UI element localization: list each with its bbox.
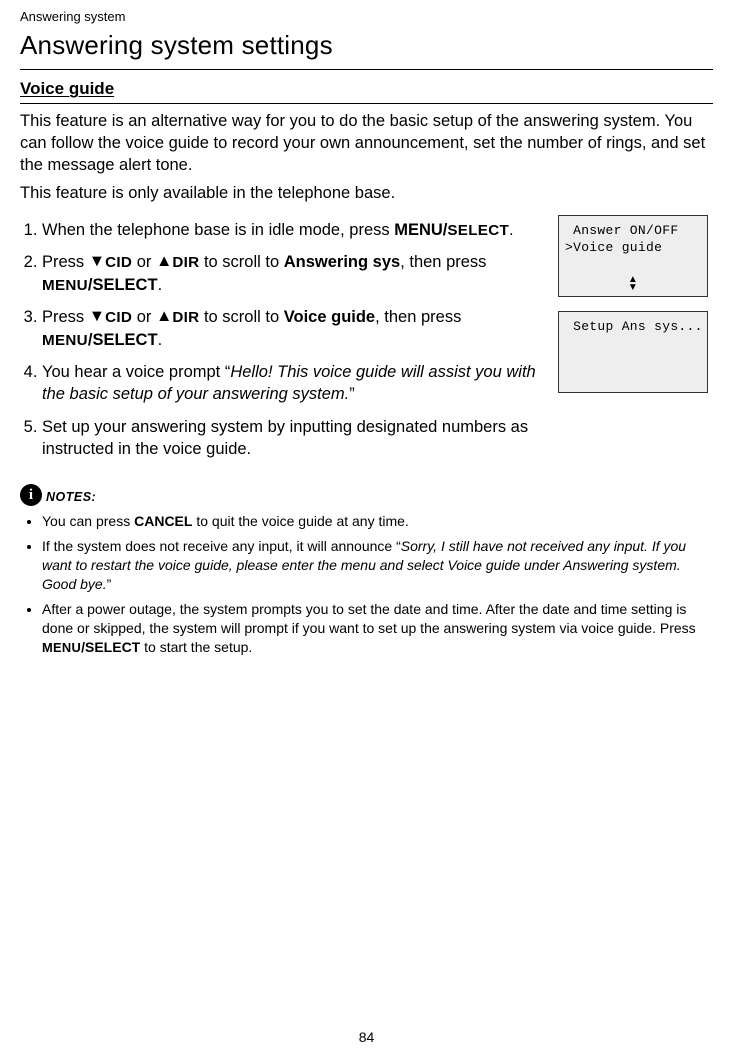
step-4: You hear a voice prompt “Hello! This voi… bbox=[42, 361, 546, 406]
info-icon: i bbox=[20, 484, 42, 506]
step-2: Press ▼CID or ▲DIR to scroll to Answerin… bbox=[42, 251, 546, 296]
note-2: If the system does not receive any input… bbox=[42, 537, 713, 594]
down-triangle-icon: ▼ bbox=[89, 250, 105, 272]
step-3: Press ▼CID or ▲DIR to scroll to Voice gu… bbox=[42, 306, 546, 351]
intro-paragraph-1: This feature is an alternative way for y… bbox=[20, 110, 713, 177]
lcd1-line2: >Voice guide bbox=[565, 239, 701, 257]
notes-list: You can press CANCEL to quit the voice g… bbox=[20, 512, 713, 656]
breadcrumb: Answering system bbox=[20, 8, 713, 26]
up-triangle-icon: ▲ bbox=[156, 305, 172, 327]
subheading: Voice guide bbox=[20, 78, 713, 101]
up-triangle-icon: ▲ bbox=[156, 250, 172, 272]
page-number: 84 bbox=[0, 1028, 733, 1047]
title-rule bbox=[20, 69, 713, 70]
step-1: When the telephone base is in idle mode,… bbox=[42, 219, 546, 242]
step-5: Set up your answering system by inputtin… bbox=[42, 416, 546, 461]
down-triangle-icon: ▼ bbox=[89, 305, 105, 327]
lcd-screen-2: Setup Ans sys... bbox=[558, 311, 708, 393]
steps-list: When the telephone base is in idle mode,… bbox=[20, 219, 546, 461]
lcd2-line1: Setup Ans sys... bbox=[565, 318, 701, 336]
lcd1-line1: Answer ON/OFF bbox=[565, 222, 701, 240]
subheading-rule bbox=[20, 103, 713, 104]
intro-paragraph-2: This feature is only available in the te… bbox=[20, 182, 713, 204]
lcd-screen-1: Answer ON/OFF >Voice guide ▲▼ bbox=[558, 215, 708, 297]
note-3: After a power outage, the system prompts… bbox=[42, 600, 713, 657]
notes-label: NOTES: bbox=[46, 489, 96, 506]
page-title: Answering system settings bbox=[20, 28, 713, 63]
lcd1-scroll-arrows-icon: ▲▼ bbox=[559, 276, 707, 292]
note-1: You can press CANCEL to quit the voice g… bbox=[42, 512, 713, 531]
